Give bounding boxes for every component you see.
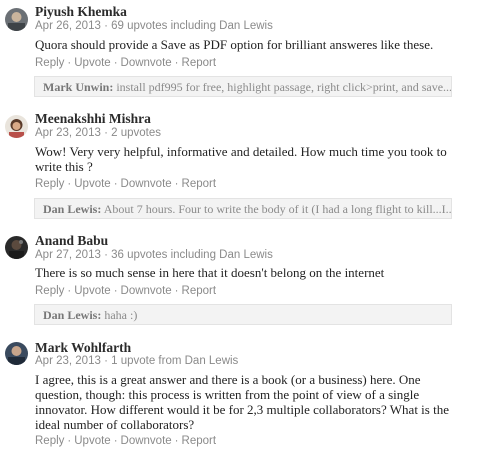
reply-link[interactable]: Reply: [35, 285, 64, 297]
report-link[interactable]: Report: [182, 178, 217, 190]
upvote-link[interactable]: Upvote: [74, 435, 110, 447]
comment-actions: Reply · Upvote · Downvote · Report: [35, 285, 216, 297]
comment-author[interactable]: Mark Wohlfarth: [35, 340, 131, 356]
upvote-count[interactable]: 1 upvote from Dan Lewis: [111, 355, 238, 367]
comment-date[interactable]: Apr 27, 2013: [35, 249, 101, 261]
comment-date[interactable]: Apr 23, 2013: [35, 127, 101, 139]
reply-colon: :: [109, 80, 114, 94]
separator: ·: [174, 57, 179, 69]
comment-date[interactable]: Apr 23, 2013: [35, 355, 101, 367]
separator: ·: [67, 178, 72, 190]
comment-text: Quora should provide a Save as PDF optio…: [35, 37, 434, 52]
separator: ·: [67, 285, 72, 297]
reply-author[interactable]: Dan Lewis: [43, 308, 97, 322]
meta-separator: ·: [104, 355, 108, 367]
downvote-link[interactable]: Downvote: [121, 57, 172, 69]
reply-colon: :: [97, 202, 102, 216]
avatar[interactable]: [5, 115, 28, 138]
reply-author[interactable]: Dan Lewis: [43, 202, 97, 216]
reply-link[interactable]: Reply: [35, 57, 64, 69]
upvote-count[interactable]: 2 upvotes: [111, 127, 161, 139]
report-link[interactable]: Report: [182, 435, 217, 447]
upvote-link[interactable]: Upvote: [74, 285, 110, 297]
upvote-count[interactable]: 69 upvotes including Dan Lewis: [111, 20, 273, 32]
report-link[interactable]: Report: [182, 57, 217, 69]
reply-preview[interactable]: Dan Lewis: haha :): [34, 304, 452, 325]
separator: ·: [174, 178, 179, 190]
comment-text: There is so much sense in here that it d…: [35, 265, 385, 280]
report-link[interactable]: Report: [182, 285, 217, 297]
reply-text: About 7 hours. Four to write the body of…: [103, 202, 452, 216]
avatar[interactable]: [5, 342, 28, 365]
comment-meta: Apr 26, 2013 · 69 upvotes including Dan …: [35, 20, 273, 32]
comment-meta: Apr 27, 2013 · 36 upvotes including Dan …: [35, 249, 273, 261]
upvote-count[interactable]: 36 upvotes including Dan Lewis: [111, 249, 273, 261]
reply-text: haha :): [104, 308, 138, 322]
separator: ·: [67, 435, 72, 447]
comment-actions: Reply · Upvote · Downvote · Report: [35, 57, 216, 69]
comment-author[interactable]: Piyush Khemka: [35, 4, 127, 20]
upvote-link[interactable]: Upvote: [74, 57, 110, 69]
comment-meta: Apr 23, 2013 · 2 upvotes: [35, 127, 161, 139]
downvote-link[interactable]: Downvote: [121, 285, 172, 297]
reply-preview[interactable]: Mark Unwin: install pdf995 for free, hig…: [34, 76, 452, 97]
meta-separator: ·: [104, 20, 108, 32]
separator: ·: [174, 435, 179, 447]
reply-preview[interactable]: Dan Lewis: About 7 hours. Four to write …: [34, 198, 452, 219]
separator: ·: [113, 285, 118, 297]
comment-date[interactable]: Apr 26, 2013: [35, 20, 101, 32]
reply-text: install pdf995 for free, highlight passa…: [116, 80, 452, 94]
reply-link[interactable]: Reply: [35, 178, 64, 190]
downvote-link[interactable]: Downvote: [121, 178, 172, 190]
comment-actions: Reply · Upvote · Downvote · Report: [35, 178, 216, 190]
meta-separator: ·: [104, 127, 108, 139]
reply-link[interactable]: Reply: [35, 435, 64, 447]
downvote-link[interactable]: Downvote: [121, 435, 172, 447]
separator: ·: [113, 57, 118, 69]
separator: ·: [174, 285, 179, 297]
meta-separator: ·: [104, 249, 108, 261]
reply-colon: :: [97, 308, 102, 322]
separator: ·: [113, 178, 118, 190]
comment-meta: Apr 23, 2013 · 1 upvote from Dan Lewis: [35, 355, 238, 367]
separator: ·: [113, 435, 118, 447]
avatar[interactable]: [5, 236, 28, 259]
separator: ·: [67, 57, 72, 69]
comment-text: Wow! Very very helpful, informative and …: [35, 144, 447, 174]
comment-actions: Reply · Upvote · Downvote · Report: [35, 435, 216, 447]
comment-text: I agree, this is a great answer and ther…: [35, 372, 449, 432]
reply-author[interactable]: Mark Unwin: [43, 80, 109, 94]
comment-author[interactable]: Meenakshhi Mishra: [35, 111, 151, 127]
avatar[interactable]: [5, 8, 28, 31]
comment-author[interactable]: Anand Babu: [35, 233, 108, 249]
upvote-link[interactable]: Upvote: [74, 178, 110, 190]
